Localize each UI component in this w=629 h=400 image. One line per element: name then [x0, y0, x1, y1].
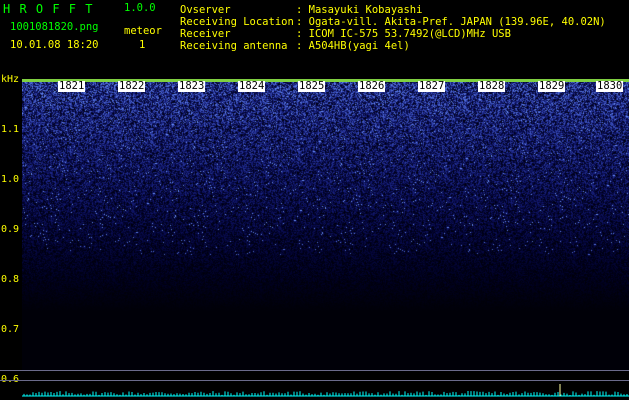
time-label: 1821: [58, 80, 86, 92]
station-label-observer: Ovserver: [180, 4, 231, 16]
station-value-location: : Ogata-vill. Akita-Pref. JAPAN (139.96E…: [296, 16, 606, 28]
meteor-label: meteor: [124, 25, 162, 37]
app-version: 1.0.0: [124, 2, 156, 14]
station-value-observer: : Masayuki Kobayashi: [296, 4, 423, 16]
station-value-receiver: : ICOM IC-575 53.7492(@LCD)MHz USB: [296, 28, 511, 40]
time-label: 1824: [238, 80, 266, 92]
y-axis-unit: kHz: [1, 74, 20, 85]
y-tick-label: 0.9: [1, 224, 20, 235]
time-label: 1826: [358, 80, 386, 92]
signal-baseline: [22, 384, 629, 397]
capture-datetime: 10.01.08 18:20: [10, 39, 99, 51]
y-tick-label: 0.7: [1, 324, 20, 335]
y-tick-label: 1.1: [1, 124, 20, 135]
station-label-location: Receiving Location: [180, 16, 294, 28]
station-value-antenna: : A504HB(yagi 4el): [296, 40, 410, 52]
y-tick-label: 0.8: [1, 274, 20, 285]
time-label: 1825: [298, 80, 326, 92]
spectrogram: [22, 82, 629, 370]
time-label: 1823: [178, 80, 206, 92]
time-label: 1828: [478, 80, 506, 92]
file-name: 1001081820.png: [10, 21, 99, 33]
station-label-receiver: Receiver: [180, 28, 231, 40]
time-label: 1827: [418, 80, 446, 92]
y-tick-label: 1.0: [1, 174, 20, 185]
time-label: 1830: [596, 80, 624, 92]
time-label: 1822: [118, 80, 146, 92]
app-title: H R O F F T: [3, 2, 94, 16]
meteor-count: 1: [139, 39, 146, 51]
time-label: 1829: [538, 80, 566, 92]
station-label-antenna: Receiving antenna: [180, 40, 288, 52]
